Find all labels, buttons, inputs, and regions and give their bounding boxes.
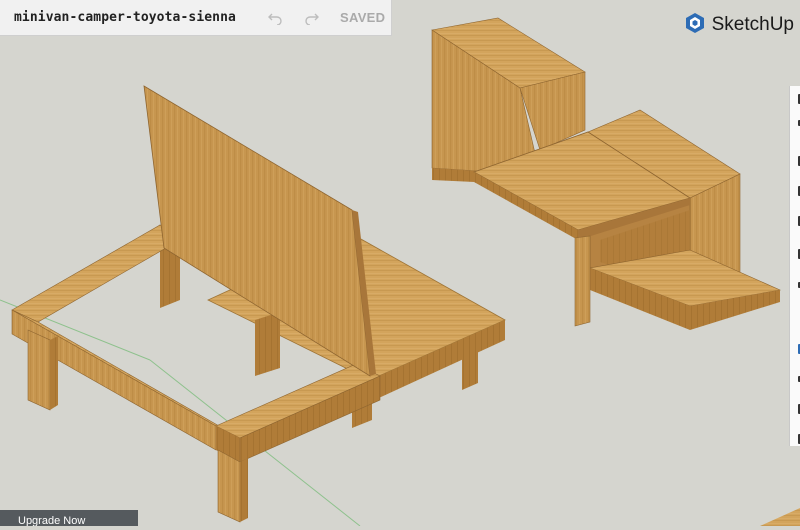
title-bar: minivan-camper-toyota-sienna SAVED: [0, 0, 392, 36]
cabinet-model: [431, 17, 782, 330]
model-viewport[interactable]: [0, 0, 800, 527]
right-toolbar[interactable]: [789, 86, 800, 446]
bed-frame-model: [11, 85, 506, 523]
saved-status: SAVED: [340, 10, 386, 25]
sketchup-logo-icon: [684, 12, 706, 38]
redo-icon[interactable]: [303, 9, 321, 27]
upgrade-now-button[interactable]: Upgrade Now: [0, 510, 138, 526]
model-name[interactable]: minivan-camper-toyota-sienna: [14, 10, 236, 25]
undo-icon[interactable]: [266, 9, 284, 27]
3d-model-scene[interactable]: [0, 0, 800, 527]
brand-name: SketchUp: [711, 14, 794, 35]
brand-logo: SketchUp: [684, 12, 794, 38]
